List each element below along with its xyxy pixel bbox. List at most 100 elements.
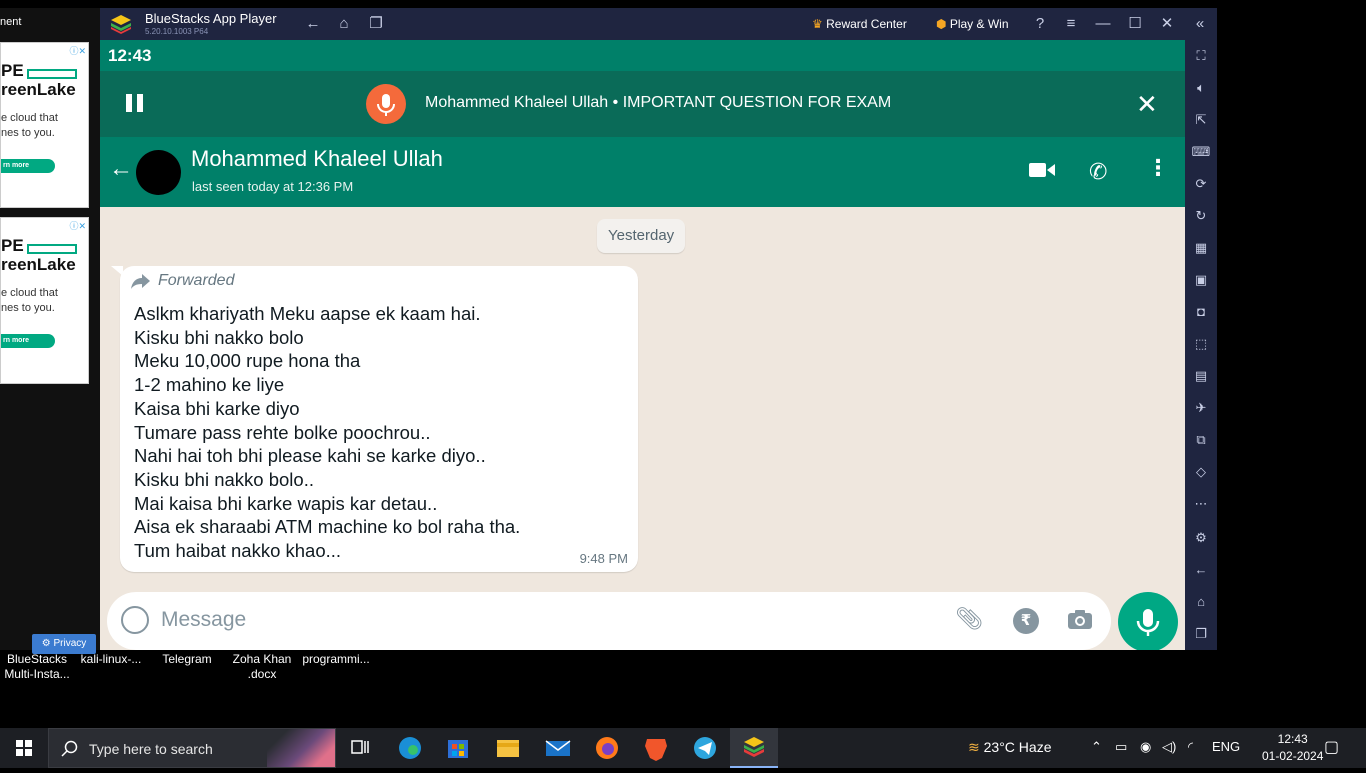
battery-icon[interactable]: ▭ — [1115, 739, 1127, 755]
coin-icon: ⬢ — [936, 17, 947, 31]
voice-message-title: Mohammed Khaleel Ullah • IMPORTANT QUEST… — [425, 94, 892, 111]
task-view-icon[interactable] — [336, 728, 384, 768]
close-icon[interactable]: ✕ — [1157, 14, 1177, 34]
ad-close-icon[interactable]: ⓘ✕ — [69, 44, 86, 57]
message-line: Nahi hai toh bhi please kahi se karke di… — [134, 445, 486, 467]
media-folder-icon[interactable]: ▤ — [1191, 366, 1211, 386]
store-icon[interactable] — [434, 728, 482, 768]
settings-icon[interactable]: ⚙ — [1191, 528, 1211, 548]
message-line: Aslkm khariyath Meku aapse ek kaam hai. — [134, 303, 481, 324]
minimize-icon[interactable]: — — [1093, 14, 1113, 34]
network-icon[interactable]: ◜ — [1188, 739, 1193, 755]
attach-icon[interactable]: 📎︎ — [955, 606, 983, 632]
android-recents-icon[interactable]: ❐ — [1191, 624, 1211, 644]
file-explorer-icon[interactable] — [484, 728, 532, 768]
message-line: Aisa ek sharaabi ATM machine ko bol raha… — [134, 516, 521, 538]
app-version: 5.20.10.1003 P64 — [145, 27, 209, 36]
mail-icon[interactable] — [534, 728, 582, 768]
android-back-icon[interactable]: ← — [1191, 560, 1211, 580]
cursor-icon[interactable]: ⇱ — [1191, 110, 1211, 130]
android-home-icon[interactable]: ⌂ — [1191, 592, 1211, 612]
desktop-icon-telegram[interactable]: Telegram — [152, 652, 222, 667]
privacy-button[interactable]: ⚙ Privacy — [32, 634, 96, 654]
message-line: Mai kaisa bhi karke wapis kar detau.. — [134, 492, 438, 514]
voice-message-player[interactable]: Mohammed Khaleel Ullah • IMPORTANT QUEST… — [100, 71, 1185, 164]
notifications-icon[interactable]: ▢ — [1324, 737, 1339, 757]
volume-icon[interactable]: 🔈︎ — [1191, 78, 1211, 98]
maximize-icon[interactable]: ☐ — [1125, 14, 1145, 34]
back-icon[interactable]: ← — [303, 14, 323, 34]
contact-name[interactable]: Mohammed Khaleel Ullah — [191, 146, 443, 172]
macro-icon[interactable]: ⟳ — [1191, 174, 1211, 194]
pause-icon[interactable] — [124, 94, 146, 116]
play-win-button[interactable]: ⬢ Play & Win — [936, 14, 1009, 34]
back-arrow-icon[interactable]: ← — [109, 155, 133, 183]
bluestacks-sidebar: ⛶ 🔈︎ ⇱ ⌨ ⟳ ↻ ▦ ▣ ◘ ⬚ ▤ ✈ ⧉ ◇ ⋯ ⚙ ← ⌂ ❐ — [1185, 40, 1217, 650]
mic-tray-icon[interactable]: ◉ — [1140, 739, 1151, 755]
clock[interactable]: 12:43 01-02-2024 — [1262, 731, 1323, 765]
apk-icon[interactable]: ▣ — [1191, 270, 1211, 290]
edge-icon[interactable] — [386, 728, 434, 768]
message-input[interactable]: Message — [161, 608, 246, 632]
ad-card[interactable]: ⓘ✕ PE reenLake e cloud that nes to you. rn… — [0, 42, 89, 208]
crown-icon: ♛ — [812, 17, 823, 31]
chat-header[interactable]: ← Mohammed Khaleel Ullah last seen today… — [100, 137, 1185, 207]
ad-title: nent — [0, 16, 22, 28]
multi-instance-icon[interactable]: ⧉ — [1191, 430, 1211, 450]
desktop-icon-programming[interactable]: programmi... — [300, 652, 372, 667]
fullscreen-icon[interactable]: ⛶ — [1191, 46, 1211, 66]
recents-icon[interactable]: ❐ — [366, 14, 386, 34]
close-player-icon[interactable]: ✕ — [1136, 89, 1158, 120]
help-icon[interactable]: ? — [1030, 14, 1050, 34]
taskbar-search[interactable]: Type here to search — [48, 728, 336, 768]
camera-icon[interactable] — [1067, 608, 1093, 630]
reward-center-button[interactable]: ♛ Reward Center — [812, 14, 907, 34]
ad-learn-button[interactable]: rn more — [1, 159, 55, 173]
telegram-icon[interactable] — [681, 728, 729, 768]
message-line: Tum haibat nakko khao... — [134, 540, 342, 562]
show-hidden-icons-icon[interactable]: ⌃ — [1091, 739, 1102, 755]
ad-close-icon[interactable]: ⓘ✕ — [69, 219, 86, 232]
speaker-icon[interactable]: ◁) — [1162, 739, 1176, 755]
forward-arrow-icon — [131, 274, 150, 289]
rotate-icon[interactable]: ↻ — [1191, 206, 1211, 226]
video-call-icon[interactable] — [1029, 161, 1055, 179]
collapse-sidebar-icon[interactable]: « — [1190, 14, 1210, 34]
desktop-icon-bluestacks[interactable]: BlueStacks Multi-Insta... — [2, 652, 72, 682]
last-seen: last seen today at 12:36 PM — [192, 179, 354, 194]
more-options-icon[interactable]: ⋮ — [1147, 155, 1169, 181]
ad-learn-button[interactable]: rn more — [1, 334, 55, 348]
home-icon[interactable]: ⌂ — [334, 14, 354, 34]
message-bubble[interactable]: Forwarded Aslkm khariyath Meku aapse ek … — [120, 266, 638, 572]
payment-icon[interactable]: ₹ — [1013, 608, 1039, 634]
taskbar: Type here to search ≋ 23°C Haze ⌃ ▭ ◉ ◁)… — [0, 728, 1366, 768]
record-voice-button[interactable] — [1118, 592, 1178, 650]
desktop-icon-kali[interactable]: kali-linux-... — [76, 652, 146, 667]
search-placeholder: Type here to search — [89, 741, 213, 757]
brave-icon[interactable] — [632, 728, 680, 768]
game-controls-icon[interactable]: ▦ — [1191, 238, 1211, 258]
screenshot-icon[interactable]: ◘ — [1191, 302, 1211, 322]
eco-mode-icon[interactable]: ◇ — [1191, 462, 1211, 482]
keyboard-icon[interactable]: ⌨ — [1191, 142, 1211, 162]
weather-widget[interactable]: ≋ 23°C Haze — [968, 739, 1051, 756]
title-bar: BlueStacks App Player 5.20.10.1003 P64 ←… — [100, 8, 1217, 40]
emoji-icon[interactable] — [121, 606, 149, 634]
bluestacks-logo-icon — [111, 15, 131, 34]
avatar[interactable] — [136, 150, 181, 195]
record-icon[interactable]: ⬚ — [1191, 334, 1211, 354]
firefox-icon[interactable] — [583, 728, 631, 768]
airplane-icon[interactable]: ✈ — [1191, 398, 1211, 418]
message-composer[interactable]: Message 📎︎ ₹ — [107, 592, 1111, 650]
more-icon[interactable]: ⋯ — [1191, 494, 1211, 514]
windows-start-icon[interactable] — [0, 728, 48, 768]
voice-call-icon[interactable]: ✆ — [1089, 159, 1107, 185]
menu-icon[interactable]: ≡ — [1061, 14, 1081, 34]
message-line: Tumare pass rehte bolke poochrou.. — [134, 421, 431, 443]
language-indicator[interactable]: ENG — [1212, 739, 1240, 754]
ad-card[interactable]: ⓘ✕ PE reenLake e cloud that nes to you. rn… — [0, 217, 89, 384]
ad-body: e cloud that nes to you. — [1, 287, 58, 314]
bluestacks-taskbar-icon[interactable] — [730, 728, 778, 768]
chat-area: Yesterday Forwarded Aslkm khariyath Meku… — [100, 207, 1185, 650]
desktop-icon-zoha-docx[interactable]: Zoha Khan .docx — [226, 652, 298, 682]
